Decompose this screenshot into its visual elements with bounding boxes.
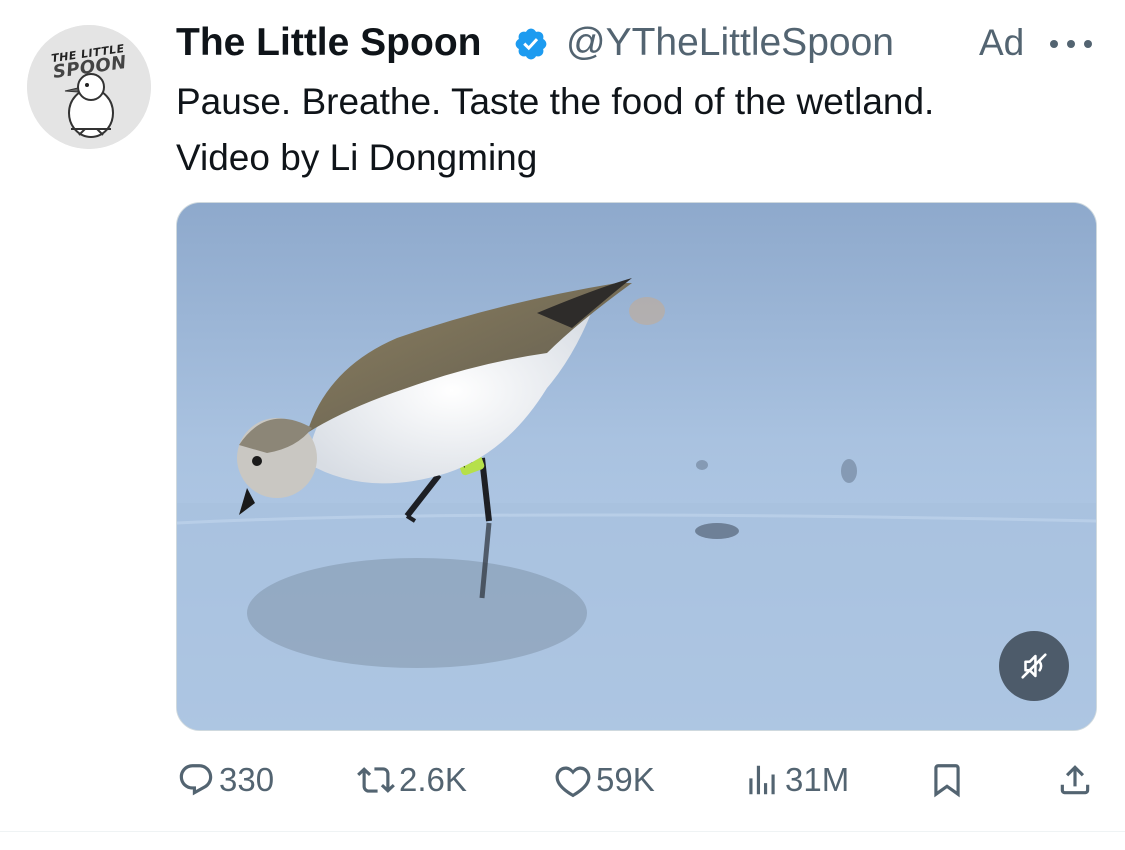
ad-label: Ad xyxy=(979,22,1025,63)
user-handle[interactable]: @YTheLittleSpoon xyxy=(566,20,894,66)
avatar[interactable]: THE LITTLE SPOON xyxy=(27,25,151,149)
repost-count: 2.6K xyxy=(399,761,467,798)
video-thumbnail: 61 xyxy=(177,203,1096,730)
tweet-text: Pause. Breathe. Taste the food of the we… xyxy=(176,74,1096,186)
tweet-header: The Little Spoon @YTheLittleSpoon Ad xyxy=(176,18,1096,68)
reply-count: 330 xyxy=(219,761,275,798)
reply-icon xyxy=(179,764,213,796)
tweet-text-line: Video by Li Dongming xyxy=(176,137,538,178)
action-bar: 330 2.6K 59K 31M xyxy=(0,750,1125,810)
tweet-divider xyxy=(0,831,1125,832)
views-count: 31M xyxy=(785,761,850,798)
like-icon xyxy=(555,766,591,798)
video-player[interactable]: 61 xyxy=(176,202,1097,731)
reply-button[interactable]: 330 xyxy=(177,750,274,810)
mute-button[interactable] xyxy=(999,631,1069,701)
display-name[interactable]: The Little Spoon xyxy=(176,20,481,66)
like-button[interactable]: 59K xyxy=(554,750,655,810)
views-button[interactable]: 31M xyxy=(743,750,849,810)
bookmark-button[interactable] xyxy=(928,750,966,810)
mute-icon xyxy=(1021,653,1047,679)
bookmark-icon xyxy=(934,764,960,798)
verified-badge-icon[interactable] xyxy=(513,26,549,62)
share-button[interactable] xyxy=(1056,750,1094,810)
more-icon[interactable] xyxy=(1046,36,1096,52)
repost-icon xyxy=(357,767,395,793)
views-icon xyxy=(749,765,775,795)
share-icon xyxy=(1060,765,1090,795)
tweet-text-line: Pause. Breathe. Taste the food of the we… xyxy=(176,81,935,122)
like-count: 59K xyxy=(596,761,655,798)
repost-button[interactable]: 2.6K xyxy=(357,750,467,810)
